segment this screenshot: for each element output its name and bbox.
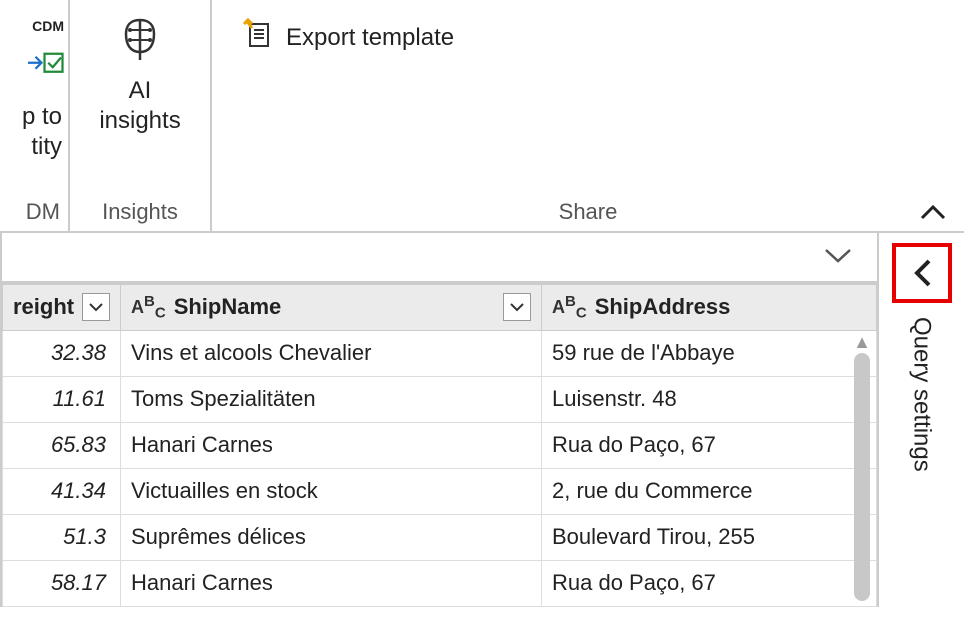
ribbon-group-label-cdm: DM <box>0 195 68 231</box>
ribbon-group-label-insights: Insights <box>70 195 210 231</box>
ribbon-group-share: Export template Share <box>212 0 964 231</box>
text-type-icon: ABC <box>552 293 587 322</box>
brain-icon <box>116 14 164 68</box>
cell-freight[interactable]: 32.38 <box>3 330 121 376</box>
ribbon-group-insights: AI insights Insights <box>70 0 212 231</box>
map-entity-icon <box>28 52 64 84</box>
cell-freight[interactable]: 58.17 <box>3 560 121 606</box>
cell-shipname[interactable]: Hanari Carnes <box>121 560 542 606</box>
column-header-freight[interactable]: reight <box>3 284 121 330</box>
cdm-badge: CDM <box>32 18 64 34</box>
cell-freight[interactable]: 41.34 <box>3 468 121 514</box>
cell-shipname[interactable]: Victuailles en stock <box>121 468 542 514</box>
ai-insights-label-2: insights <box>99 106 180 136</box>
filter-dropdown-icon[interactable] <box>82 293 110 321</box>
cell-shipaddress[interactable]: 2, rue du Commerce <box>542 468 877 514</box>
column-header-shipaddress[interactable]: ABC ShipAddress <box>542 284 877 330</box>
cell-freight[interactable]: 11.61 <box>3 376 121 422</box>
export-template-button[interactable]: Export template <box>212 0 454 57</box>
cell-freight[interactable]: 51.3 <box>3 514 121 560</box>
text-type-icon: ABC <box>131 293 166 322</box>
scroll-up-arrow[interactable]: ▲ <box>853 333 871 351</box>
table-row[interactable]: 51.3Suprêmes délicesBoulevard Tirou, 255 <box>3 514 877 560</box>
ribbon-collapse-button[interactable] <box>920 196 946 227</box>
vertical-scrollbar[interactable]: ▲ <box>853 333 871 603</box>
query-settings-expand-button[interactable] <box>892 243 952 303</box>
map-to-entity-label: p to tity <box>22 102 64 162</box>
cell-shipaddress[interactable]: 59 rue de l'Abbaye <box>542 330 877 376</box>
cell-shipaddress[interactable]: Rua do Paço, 67 <box>542 560 877 606</box>
cell-freight[interactable]: 65.83 <box>3 422 121 468</box>
column-header-shipname[interactable]: ABC ShipName <box>121 284 542 330</box>
cell-shipaddress[interactable]: Boulevard Tirou, 255 <box>542 514 877 560</box>
cell-shipname[interactable]: Suprêmes délices <box>121 514 542 560</box>
table-row[interactable]: 41.34Victuailles en stock2, rue du Comme… <box>3 468 877 514</box>
filter-dropdown-icon[interactable] <box>503 293 531 321</box>
cell-shipaddress[interactable]: Rua do Paço, 67 <box>542 422 877 468</box>
query-settings-pane-collapsed: Query settings <box>879 233 964 607</box>
export-template-label: Export template <box>286 24 454 52</box>
ribbon: CDM p to tity DM <box>0 0 964 233</box>
ribbon-group-label-share: Share <box>212 195 964 231</box>
formula-bar[interactable] <box>0 233 879 283</box>
table-row[interactable]: 11.61Toms SpezialitätenLuisenstr. 48 <box>3 376 877 422</box>
cell-shipname[interactable]: Hanari Carnes <box>121 422 542 468</box>
cell-shipaddress[interactable]: Luisenstr. 48 <box>542 376 877 422</box>
table-row[interactable]: 32.38Vins et alcools Chevalier59 rue de … <box>3 330 877 376</box>
cell-shipname[interactable]: Toms Spezialitäten <box>121 376 542 422</box>
ribbon-group-cdm: CDM p to tity DM <box>0 0 70 231</box>
query-settings-label: Query settings <box>908 317 936 472</box>
main-pane: reight ABC ShipName <box>0 233 879 607</box>
export-template-icon <box>242 18 274 57</box>
scroll-thumb[interactable] <box>854 353 870 601</box>
formula-bar-expand-button[interactable] <box>823 244 853 270</box>
data-table: reight ABC ShipName <box>0 283 879 607</box>
ai-insights-button[interactable]: AI insights <box>89 0 190 136</box>
ai-insights-label-1: AI <box>99 76 180 106</box>
map-to-entity-button[interactable]: CDM p to tity <box>22 0 68 162</box>
table-row[interactable]: 58.17Hanari CarnesRua do Paço, 67 <box>3 560 877 606</box>
table-row[interactable]: 65.83Hanari CarnesRua do Paço, 67 <box>3 422 877 468</box>
cell-shipname[interactable]: Vins et alcools Chevalier <box>121 330 542 376</box>
